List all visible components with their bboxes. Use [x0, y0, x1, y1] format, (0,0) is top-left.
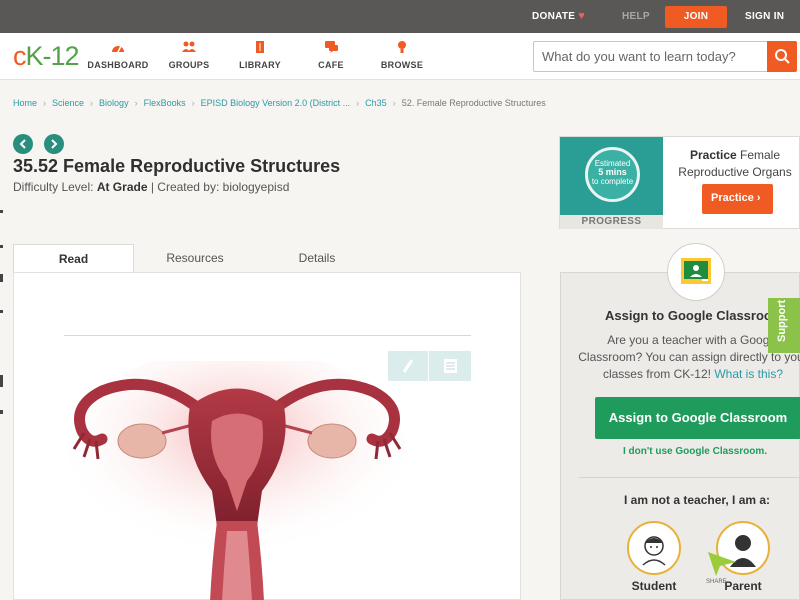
classroom-board-icon [681, 258, 711, 284]
ck12-logo[interactable]: cK-12 [13, 41, 80, 71]
student-icon [642, 536, 666, 566]
difficulty-label: Difficulty Level: [13, 180, 97, 194]
practice-button-label: Practice [711, 192, 754, 204]
search-box [533, 41, 797, 72]
edge-mark [0, 410, 3, 414]
nav-browse[interactable]: BROWSE [367, 40, 437, 70]
tab-read[interactable]: Read [13, 244, 134, 273]
nav-dashboard[interactable]: DASHBOARD [83, 40, 153, 70]
breadcrumb-current: 52. Female Reproductive Structures [401, 98, 546, 108]
cafe-icon [325, 41, 338, 53]
donate-link[interactable]: DONATE ♥ [532, 0, 585, 33]
logo-12: -12 [42, 41, 80, 71]
donate-label: DONATE [532, 11, 576, 22]
nav-groups-label: GROUPS [168, 60, 210, 70]
not-teacher-label: I am not a teacher, I am a: [624, 493, 771, 507]
practice-topic-rest: Female [736, 148, 781, 162]
breadcrumb-science[interactable]: Science [52, 98, 84, 108]
top-bar: DONATE ♥ HELP JOIN SIGN IN [0, 0, 800, 33]
google-classroom-panel: Assign to Google Classroom Are you a tea… [560, 272, 800, 600]
dont-use-classroom-link[interactable]: I don't use Google Classroom. [623, 446, 767, 457]
breadcrumb-flexbooks[interactable]: FlexBooks [144, 98, 186, 108]
chevron-left-icon [19, 139, 26, 149]
join-button[interactable]: JOIN [665, 6, 727, 28]
edge-mark [0, 375, 3, 387]
nav-browse-label: BROWSE [380, 60, 424, 70]
page-title: 35.52 Female Reproductive Structures [13, 156, 341, 176]
share-icon [708, 552, 736, 576]
logo-c: c [13, 41, 26, 71]
edge-mark [0, 245, 3, 248]
share-label: SHARE [706, 579, 727, 585]
assign-description: Are you a teacher with a Google Classroo… [575, 332, 800, 383]
created-by: | Created by: biologyepisd [147, 180, 290, 194]
page-meta: Difficulty Level: At Grade | Created by:… [13, 180, 289, 194]
support-tab[interactable]: Support [768, 298, 800, 353]
role-student[interactable]: Student [627, 521, 681, 593]
chevron-right-icon: › [756, 192, 761, 204]
nav-library-label: LIBRARY [239, 60, 281, 70]
notes-icon [444, 359, 457, 373]
practice-image: Estimated 5 mins to complete PROGRESS [560, 137, 663, 229]
tab-resources[interactable]: Resources [134, 244, 256, 273]
nav-dashboard-label: DASHBOARD [87, 60, 149, 70]
to-complete-label: to complete [591, 177, 634, 186]
groups-icon [182, 41, 196, 52]
practice-button[interactable]: Practice › [702, 184, 773, 214]
read-content [13, 272, 521, 600]
difficulty-value: At Grade [96, 180, 148, 194]
assign-google-classroom-button[interactable]: Assign to Google Classroom [595, 397, 800, 439]
sign-in-link[interactable]: SIGN IN [745, 0, 784, 33]
browse-icon [398, 41, 406, 53]
edge-mark [0, 210, 3, 213]
what-is-this-link[interactable]: What is this? [714, 367, 783, 381]
nav-cafe-label: CAFE [318, 60, 344, 70]
assign-heading: Assign to Google Classroom [605, 308, 784, 323]
breadcrumb-biology[interactable]: Biology [99, 98, 129, 108]
breadcrumb: Home › Science › Biology › FlexBooks › EPISD Bio… [13, 98, 546, 108]
notes-button[interactable] [430, 351, 471, 381]
google-classroom-icon [667, 243, 725, 301]
help-link[interactable]: HELP [622, 0, 650, 33]
practice-topic-line2: Reproductive Organs [678, 165, 792, 179]
breadcrumb-book[interactable]: EPISD Biology Version 2.0 (District ... [201, 98, 351, 108]
share-widget[interactable]: SHARE [706, 548, 738, 588]
next-button[interactable] [44, 134, 64, 154]
content-tabs: Read Resources Details [13, 244, 521, 273]
estimate-badge: Estimated 5 mins to complete [585, 147, 640, 202]
breadcrumb-chapter[interactable]: Ch35 [365, 98, 387, 108]
breadcrumb-home[interactable]: Home [13, 98, 37, 108]
chevron-right-icon [51, 139, 58, 149]
nav-cafe[interactable]: CAFE [296, 40, 366, 70]
nav-groups[interactable]: GROUPS [154, 40, 224, 70]
logo-k: K [25, 41, 44, 71]
student-label: Student [631, 579, 677, 593]
search-button[interactable] [767, 41, 797, 72]
nav-library[interactable]: LIBRARY [225, 40, 295, 70]
edge-mark [0, 274, 3, 282]
panel-divider [579, 477, 800, 478]
search-icon [775, 49, 790, 64]
dashboard-icon [112, 45, 124, 53]
search-input[interactable] [542, 49, 767, 64]
progress-label: PROGRESS [560, 215, 663, 229]
practice-card: Estimated 5 mins to complete PROGRESS Pr… [559, 136, 800, 229]
support-label: Support [776, 299, 788, 342]
main-header: cK-12 DASHBOARD GROUPS LIBRARY CAFE BROW… [0, 33, 800, 80]
practice-topic: Practice Female Reproductive Organs [670, 147, 800, 181]
previous-button[interactable] [13, 134, 33, 154]
library-icon [256, 41, 264, 53]
heart-icon: ♥ [578, 10, 586, 22]
student-avatar [627, 521, 681, 575]
edge-mark [0, 310, 3, 313]
estimated-mins: 5 mins [598, 167, 627, 177]
practice-bold: Practice [689, 148, 737, 162]
uterus-illustration [67, 361, 407, 600]
tab-details[interactable]: Details [256, 244, 378, 273]
content-divider [64, 335, 471, 336]
